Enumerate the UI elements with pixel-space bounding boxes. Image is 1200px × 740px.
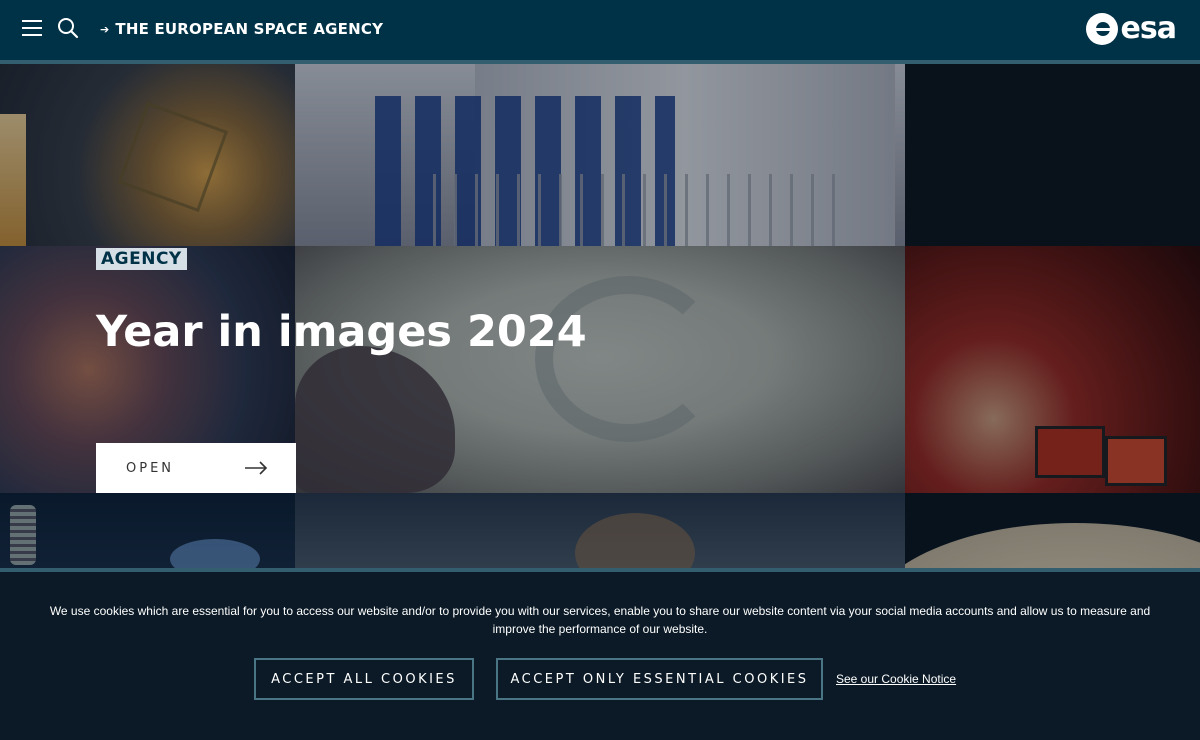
- search-icon: [58, 18, 79, 39]
- hero-title[interactable]: Year in images 2024: [96, 306, 587, 358]
- site-header: ➔ THE EUROPEAN SPACE AGENCY esa: [0, 0, 1200, 64]
- esa-logo[interactable]: esa: [1085, 11, 1177, 46]
- arrow-right-icon: ➔: [100, 22, 110, 36]
- cookie-notice-link[interactable]: See our Cookie Notice: [836, 672, 956, 686]
- menu-button[interactable]: [22, 20, 44, 40]
- search-button[interactable]: [56, 16, 82, 42]
- accept-all-cookies-button[interactable]: ACCEPT ALL COOKIES: [254, 658, 474, 700]
- cookie-message: We use cookies which are essential for y…: [49, 604, 1151, 636]
- esa-logo-text: esa: [1120, 11, 1177, 46]
- open-button-label: OPEN: [126, 460, 175, 476]
- arrow-right-icon: [245, 461, 268, 475]
- agency-home-link[interactable]: ➔ THE EUROPEAN SPACE AGENCY: [100, 20, 383, 38]
- esa-logo-mark-icon: [1085, 13, 1118, 45]
- agency-link-label: THE EUROPEAN SPACE AGENCY: [115, 20, 384, 38]
- cookie-banner: We use cookies which are essential for y…: [0, 568, 1200, 740]
- accept-essential-cookies-button[interactable]: ACCEPT ONLY ESSENTIAL COOKIES: [496, 658, 823, 700]
- menu-icon-bar: [22, 34, 42, 36]
- menu-icon-bar: [22, 27, 42, 29]
- menu-icon-bar: [22, 20, 42, 22]
- category-tag[interactable]: AGENCY: [96, 248, 187, 270]
- open-button[interactable]: OPEN: [96, 443, 296, 493]
